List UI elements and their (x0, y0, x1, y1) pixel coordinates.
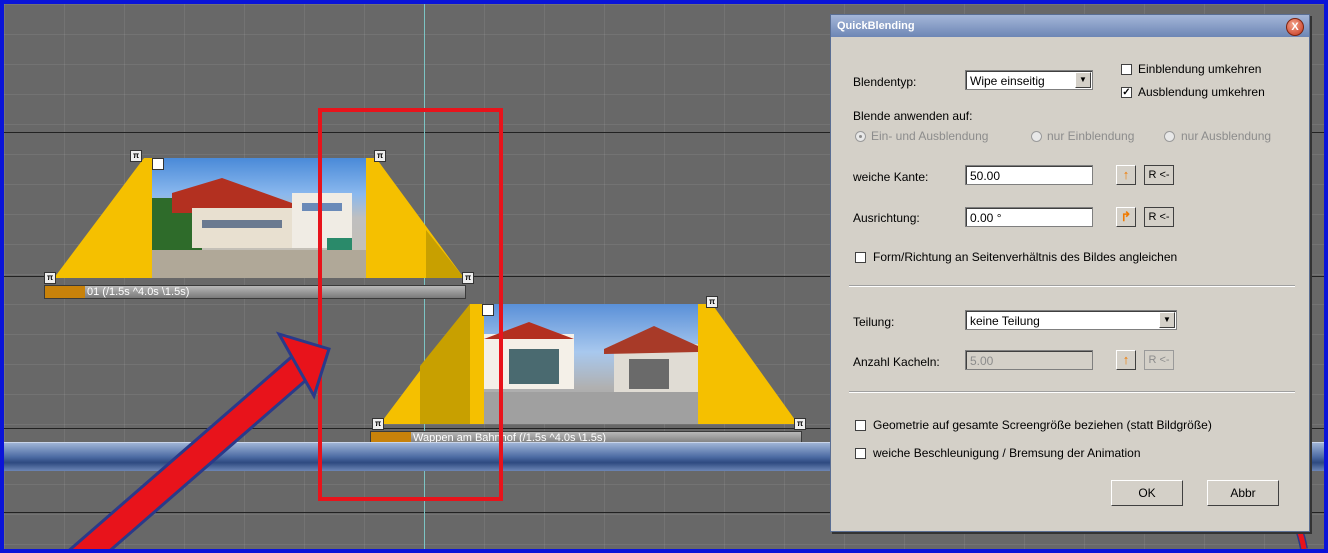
radio-in-only-label: nur Einblendung (1047, 129, 1135, 143)
blend-type-value: Wipe einseitig (970, 74, 1045, 88)
soft-edge-label: weiche Kante: (853, 170, 929, 184)
chevron-down-icon[interactable]: ▼ (1159, 312, 1175, 328)
soft-edge-reset-button[interactable]: R <- (1144, 165, 1174, 185)
arrow-up-icon[interactable]: ↑ (1116, 165, 1136, 185)
chevron-down-icon[interactable]: ▼ (1075, 72, 1091, 88)
close-icon[interactable]: X (1286, 18, 1304, 36)
invert-in-label: Einblendung umkehren (1138, 62, 1262, 76)
aspect-checkbox[interactable] (855, 252, 866, 263)
invert-out-checkbox[interactable]: ✓ (1121, 87, 1132, 98)
radio-both[interactable] (855, 131, 866, 142)
apply-to-label: Blende anwenden auf: (853, 109, 973, 123)
orientation-input[interactable]: 0.00 ° (965, 207, 1093, 227)
blend-type-label: Blendentyp: (853, 75, 917, 89)
tiles-reset-button[interactable]: R <- (1144, 350, 1174, 370)
radio-out-only[interactable] (1164, 131, 1175, 142)
blend-type-select[interactable]: Wipe einseitig ▼ (965, 70, 1093, 90)
aspect-label: Form/Richtung an Seitenverhältnis des Bi… (873, 250, 1178, 264)
orientation-reset-button[interactable]: R <- (1144, 207, 1174, 227)
ease-label: weiche Beschleunigung / Bremsung der Ani… (873, 446, 1141, 460)
radio-in-only[interactable] (1031, 131, 1042, 142)
geometry-label: Geometrie auf gesamte Screengröße bezieh… (873, 418, 1212, 432)
dialog-titlebar[interactable]: QuickBlending X (831, 15, 1309, 37)
ease-checkbox[interactable] (855, 448, 866, 459)
split-select[interactable]: keine Teilung ▼ (965, 310, 1177, 330)
rotate-arrow-icon[interactable]: ↱ (1116, 207, 1136, 227)
tiles-label: Anzahl Kacheln: (853, 355, 940, 369)
separator (849, 285, 1295, 287)
big-red-arrow (68, 331, 331, 549)
quickblending-dialog: QuickBlending X Blendentyp: Wipe einseit… (830, 14, 1310, 532)
cancel-button[interactable]: Abbr (1207, 480, 1279, 506)
screenshot-frame: π π π π 01 (/1.5s ^4.0s \1.5s) π π π Wap… (0, 0, 1328, 553)
ok-button[interactable]: OK (1111, 480, 1183, 506)
split-value: keine Teilung (970, 314, 1040, 328)
radio-both-label: Ein- und Ausblendung (871, 129, 989, 143)
orientation-label: Ausrichtung: (853, 211, 920, 225)
soft-edge-input[interactable]: 50.00 (965, 165, 1093, 185)
invert-in-checkbox[interactable] (1121, 64, 1132, 75)
tiles-input[interactable]: 5.00 (965, 350, 1093, 370)
geometry-checkbox[interactable] (855, 420, 866, 431)
split-label: Teilung: (853, 315, 895, 329)
invert-out-label: Ausblendung umkehren (1138, 85, 1265, 99)
dialog-title: QuickBlending (837, 20, 915, 32)
separator (849, 391, 1295, 393)
radio-out-only-label: nur Ausblendung (1181, 129, 1272, 143)
arrow-up-icon[interactable]: ↑ (1116, 350, 1136, 370)
